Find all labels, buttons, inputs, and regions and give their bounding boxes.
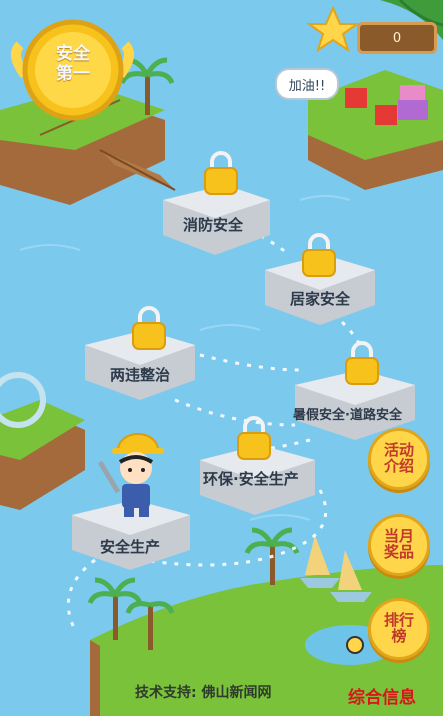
level-label-home-safety[interactable]: 居家安全 — [290, 288, 350, 309]
level-label-production-safety[interactable]: 安全生产 — [100, 536, 160, 557]
lock-icon — [204, 151, 238, 195]
lock-icon — [345, 341, 379, 385]
lock-icon — [132, 306, 166, 350]
lock-icon — [237, 416, 271, 460]
ranking-button[interactable]: 排行 榜 — [368, 598, 430, 660]
cheer-bubble: 加油!! — [275, 68, 339, 100]
level-label-fire-safety[interactable]: 消防安全 — [183, 214, 243, 235]
game-map: 安全 第一 0 加油!! 消防安全 居家安全 两违整治 暑假安全·道路安全 环保… — [0, 0, 443, 716]
level-label-environment-production[interactable]: 环保·安全生产 — [203, 468, 299, 489]
medal-text: 安全 第一 — [56, 44, 90, 84]
cheer-text: 加油!! — [288, 78, 326, 94]
score-value: 0 — [392, 30, 402, 46]
island-left — [0, 372, 85, 510]
score-display: 0 — [357, 22, 437, 54]
level-label-summer-road-safety[interactable]: 暑假安全·道路安全 — [293, 404, 402, 423]
level-label-two-violations[interactable]: 两违整治 — [110, 364, 170, 385]
activity-intro-button[interactable]: 活动 介绍 — [368, 428, 430, 490]
tech-support-text: 技术支持: 佛山新闻网 — [135, 685, 272, 701]
monthly-prize-button[interactable]: 当月 奖品 — [368, 514, 430, 576]
lock-icon — [302, 233, 336, 277]
brand-watermark: 综合信息 — [348, 688, 416, 708]
star-icon — [305, 5, 361, 53]
worker-character — [97, 433, 164, 517]
